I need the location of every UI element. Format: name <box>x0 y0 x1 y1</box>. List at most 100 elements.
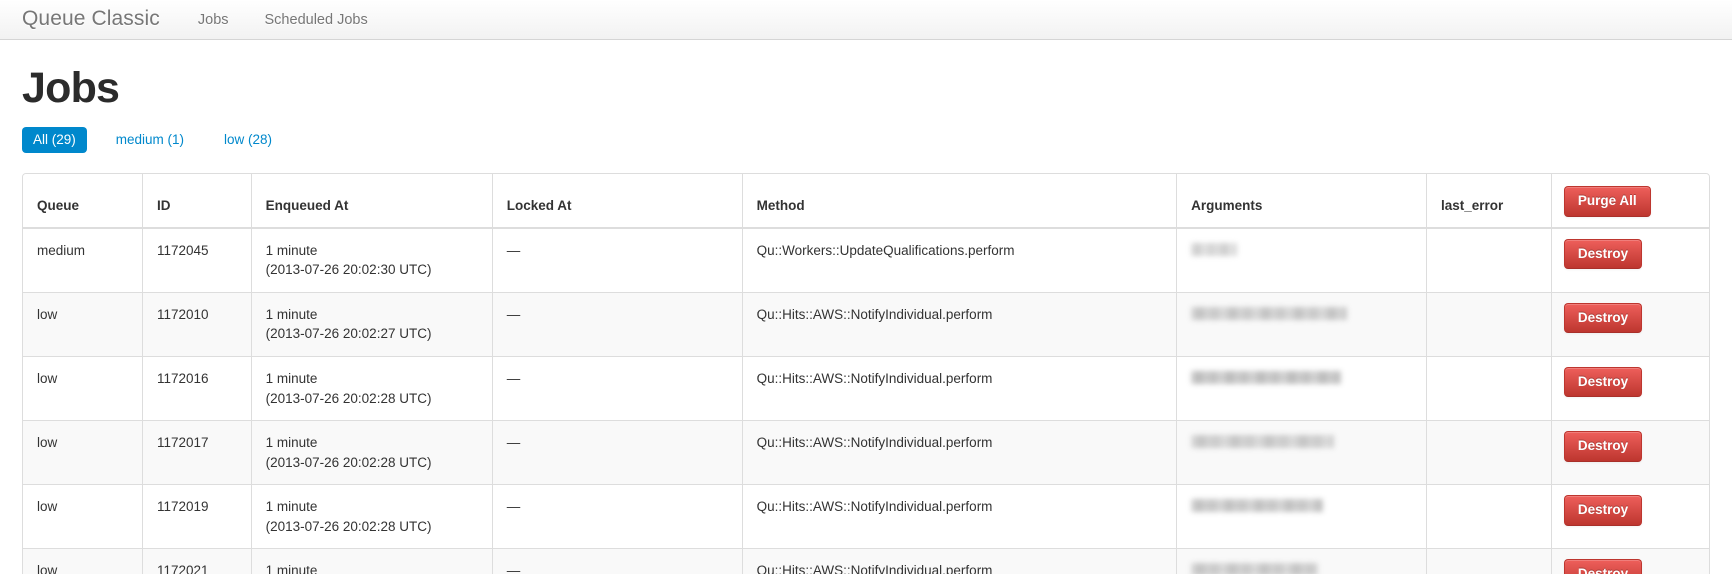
table-row: low 1172016 1 minute (2013-07-26 20:02:2… <box>23 355 1709 421</box>
cell-last-error <box>1426 227 1552 293</box>
cell-id: 1172017 <box>142 420 252 485</box>
column-header-last-error: last_error <box>1426 174 1552 229</box>
cell-locked-at: — <box>492 291 743 357</box>
table-row: low 1172021 1 minute (2013-07-26 20:02:2… <box>23 548 1709 574</box>
column-header-enqueued-at: Enqueued At <box>251 174 493 229</box>
navbar-links: Jobs Scheduled Jobs <box>198 12 404 28</box>
cell-actions: Destroy <box>1551 291 1709 357</box>
filter-tab-all[interactable]: All (29) <box>22 127 87 154</box>
enqueued-absolute: (2013-07-26 20:02:28 UTC) <box>265 518 432 534</box>
destroy-button[interactable]: Destroy <box>1563 238 1643 270</box>
cell-locked-at: — <box>492 484 743 549</box>
cell-method: Qu::Workers::UpdateQualifications.perfor… <box>742 227 1178 293</box>
enqueued-absolute: (2013-07-26 20:02:28 UTC) <box>265 454 432 470</box>
enqueued-relative: 1 minute <box>265 370 318 386</box>
cell-arguments <box>1176 355 1427 421</box>
nav-link-scheduled-jobs[interactable]: Scheduled Jobs <box>265 12 368 28</box>
enqueued-relative: 1 minute <box>265 435 318 451</box>
table-row: low 1172010 1 minute (2013-07-26 20:02:2… <box>23 291 1709 357</box>
brand-link[interactable]: Queue Classic <box>22 8 160 31</box>
cell-actions: Destroy <box>1551 420 1709 485</box>
cell-queue: low <box>23 548 143 574</box>
jobs-table-head: Queue ID Enqueued At Locked At Method Ar… <box>23 174 1709 229</box>
cell-actions: Destroy <box>1551 484 1709 549</box>
cell-queue: low <box>23 484 143 549</box>
cell-actions: Destroy <box>1551 227 1709 293</box>
cell-id: 1172010 <box>142 291 252 357</box>
cell-enqueued-at: 1 minute (2013-07-26 20:02:27 UTC) <box>251 291 493 357</box>
cell-queue: low <box>23 355 143 421</box>
cell-id: 1172019 <box>142 484 252 549</box>
cell-enqueued-at: 1 minute (2013-07-26 20:02:28 UTC) <box>251 484 493 549</box>
redacted-arguments <box>1191 242 1238 256</box>
cell-last-error <box>1426 291 1552 357</box>
enqueued-relative: 1 minute <box>265 306 318 322</box>
column-header-locked-at: Locked At <box>492 174 743 229</box>
redacted-arguments <box>1191 370 1342 384</box>
enqueued-absolute: (2013-07-26 20:02:28 UTC) <box>265 390 432 406</box>
cell-arguments <box>1176 484 1427 549</box>
cell-actions: Destroy <box>1551 548 1709 574</box>
column-header-method: Method <box>742 174 1178 229</box>
destroy-button[interactable]: Destroy <box>1563 366 1643 398</box>
cell-method: Qu::Hits::AWS::NotifyIndividual.perform <box>742 291 1178 357</box>
column-header-actions: Purge All <box>1551 174 1709 229</box>
enqueued-relative: 1 minute <box>265 242 318 258</box>
filter-tab-low[interactable]: low (28) <box>213 127 283 153</box>
cell-enqueued-at: 1 minute (2013-07-26 20:02:30 UTC) <box>251 227 493 293</box>
cell-locked-at: — <box>492 227 743 293</box>
cell-queue: low <box>23 291 143 357</box>
redacted-arguments <box>1191 499 1324 513</box>
navbar: Queue Classic Jobs Scheduled Jobs <box>0 0 1732 40</box>
cell-queue: low <box>23 420 143 485</box>
destroy-button[interactable]: Destroy <box>1563 495 1643 526</box>
cell-last-error <box>1426 355 1552 421</box>
cell-method: Qu::Hits::AWS::NotifyIndividual.perform <box>742 355 1178 421</box>
redacted-arguments <box>1191 435 1335 449</box>
destroy-button[interactable]: Destroy <box>1563 559 1643 574</box>
page-container: Jobs All (29) medium (1) low (28) Queue … <box>0 64 1732 574</box>
cell-locked-at: — <box>492 355 743 421</box>
cell-enqueued-at: 1 minute (2013-07-26 20:02:28 UTC) <box>251 548 493 574</box>
column-header-queue: Queue <box>23 174 143 229</box>
destroy-button[interactable]: Destroy <box>1563 302 1643 334</box>
enqueued-absolute: (2013-07-26 20:02:27 UTC) <box>265 326 432 342</box>
cell-last-error <box>1426 548 1552 574</box>
purge-all-button[interactable]: Purge All <box>1563 186 1651 217</box>
cell-last-error <box>1426 484 1552 549</box>
cell-method: Qu::Hits::AWS::NotifyIndividual.perform <box>742 484 1178 549</box>
cell-arguments <box>1176 548 1427 574</box>
page-title: Jobs <box>22 64 120 112</box>
redacted-arguments <box>1191 306 1348 320</box>
filter-tab-medium[interactable]: medium (1) <box>105 127 195 153</box>
cell-id: 1172021 <box>142 548 252 574</box>
cell-queue: medium <box>23 227 143 293</box>
cell-arguments <box>1176 291 1427 357</box>
column-header-arguments: Arguments <box>1176 174 1427 229</box>
table-row: low 1172019 1 minute (2013-07-26 20:02:2… <box>23 484 1709 549</box>
cell-method: Qu::Hits::AWS::NotifyIndividual.perform <box>742 420 1178 485</box>
table-row: low 1172017 1 minute (2013-07-26 20:02:2… <box>23 420 1709 485</box>
enqueued-relative: 1 minute <box>265 499 318 515</box>
cell-arguments <box>1176 227 1427 293</box>
cell-locked-at: — <box>492 420 743 485</box>
cell-last-error <box>1426 420 1552 485</box>
cell-method: Qu::Hits::AWS::NotifyIndividual.perform <box>742 548 1178 574</box>
cell-enqueued-at: 1 minute (2013-07-26 20:02:28 UTC) <box>251 420 493 485</box>
jobs-table: Queue ID Enqueued At Locked At Method Ar… <box>23 174 1709 574</box>
redacted-arguments <box>1191 563 1319 574</box>
nav-link-jobs[interactable]: Jobs <box>198 12 229 28</box>
table-header-row: Queue ID Enqueued At Locked At Method Ar… <box>23 174 1709 229</box>
cell-enqueued-at: 1 minute (2013-07-26 20:02:28 UTC) <box>251 355 493 421</box>
queue-filter-tabs: All (29) medium (1) low (28) <box>22 127 1710 154</box>
enqueued-relative: 1 minute <box>265 563 318 574</box>
cell-id: 1172045 <box>142 227 252 293</box>
jobs-table-body: medium 1172045 1 minute (2013-07-26 20:0… <box>23 227 1709 574</box>
table-row: medium 1172045 1 minute (2013-07-26 20:0… <box>23 227 1709 293</box>
cell-locked-at: — <box>492 548 743 574</box>
column-header-id: ID <box>142 174 252 229</box>
cell-id: 1172016 <box>142 355 252 421</box>
jobs-table-container: Queue ID Enqueued At Locked At Method Ar… <box>22 173 1710 574</box>
destroy-button[interactable]: Destroy <box>1563 431 1643 462</box>
cell-arguments <box>1176 420 1427 485</box>
